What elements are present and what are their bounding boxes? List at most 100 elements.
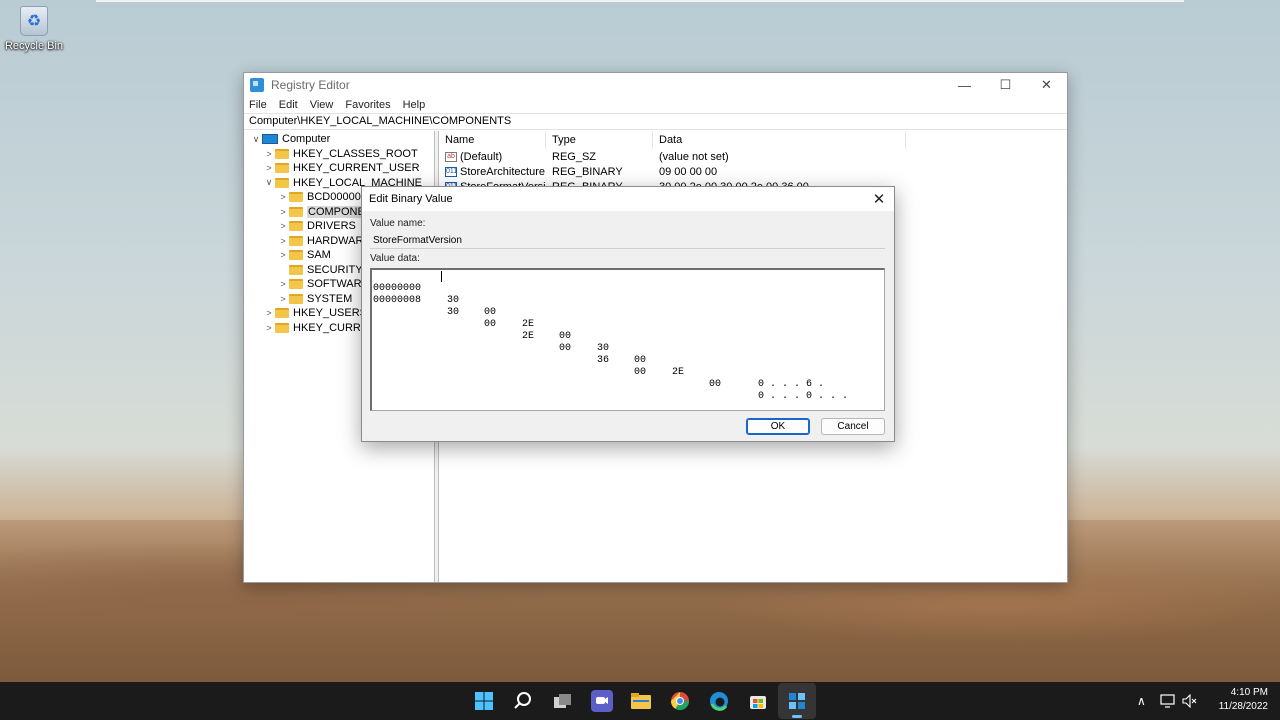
chevron-right-icon[interactable]: > <box>277 207 289 217</box>
address-bar[interactable]: Computer\HKEY_LOCAL_MACHINE\COMPONENTS <box>244 113 1067 130</box>
cancel-button[interactable]: Cancel <box>821 418 885 435</box>
hex-byte[interactable]: 00 <box>559 343 571 355</box>
clock[interactable]: 4:10 PM 11/28/2022 <box>1219 686 1268 714</box>
chat-icon[interactable] <box>591 690 613 712</box>
chevron-right-icon[interactable]: > <box>263 323 275 333</box>
volume-muted-icon[interactable] <box>1182 682 1198 720</box>
chrome-icon[interactable] <box>669 690 691 712</box>
value-data-hex-editor[interactable]: 00000000 30 00 2E 00 30 00 2E 00 0 . . .… <box>370 268 885 411</box>
hex-byte[interactable]: 2E <box>522 331 534 343</box>
column-header-type[interactable]: Type <box>546 131 653 149</box>
recycle-bin-icon: ♻ <box>20 6 48 36</box>
show-hidden-icons-button[interactable]: ∧ <box>1137 682 1146 720</box>
folder-icon <box>275 322 289 333</box>
value-name-label: Value name: <box>370 218 426 229</box>
string-value-icon: ab <box>445 151 457 162</box>
menu-file[interactable]: File <box>249 99 267 111</box>
column-header-data[interactable]: Data <box>653 131 906 149</box>
column-header-name[interactable]: Name <box>439 131 546 149</box>
binary-value-icon: 011 <box>445 166 458 177</box>
tree-item-computer[interactable]: ∨ Computer <box>244 132 434 147</box>
top-strip <box>96 0 1184 2</box>
chevron-right-icon[interactable]: > <box>277 294 289 304</box>
chevron-right-icon[interactable]: > <box>263 149 275 159</box>
menu-help[interactable]: Help <box>403 99 426 111</box>
edit-binary-value-dialog: Edit Binary Value ✕ Value name: StoreFor… <box>361 186 895 442</box>
hex-ascii[interactable]: 0 . . . 0 . . . <box>758 391 848 403</box>
menu-favorites[interactable]: Favorites <box>345 99 390 111</box>
text-caret <box>441 271 442 282</box>
chevron-right-icon[interactable]: > <box>263 308 275 318</box>
close-button[interactable]: ✕ <box>1026 73 1067 97</box>
hex-byte[interactable]: 2E <box>672 367 684 379</box>
dialog-title: Edit Binary Value <box>369 193 453 205</box>
value-name: StoreArchitecture <box>460 165 545 178</box>
start-icon[interactable] <box>473 690 495 712</box>
folder-icon <box>289 293 303 304</box>
hex-byte[interactable]: 00 <box>484 307 496 319</box>
tree-item-label: Computer <box>282 133 331 146</box>
chevron-right-icon[interactable]: > <box>277 221 289 231</box>
tree-item-label: DRIVERS <box>307 220 356 233</box>
tree-item-label: SECURITY <box>307 263 363 276</box>
chevron-right-icon[interactable]: > <box>263 163 275 173</box>
clock-date: 11/28/2022 <box>1218 701 1268 712</box>
registry-editor-taskbar-button[interactable] <box>778 683 816 719</box>
value-row[interactable]: 011 StoreArchitecture REG_BINARY 09 00 00… <box>439 164 1067 179</box>
computer-icon <box>262 134 278 145</box>
ok-button[interactable]: OK <box>746 418 810 435</box>
chevron-right-icon[interactable]: > <box>277 279 289 289</box>
hex-byte[interactable]: 36 <box>597 355 609 367</box>
tree-item-label: SYSTEM <box>307 292 353 305</box>
hex-byte[interactable]: 30 <box>447 295 459 307</box>
folder-icon <box>289 206 303 217</box>
chevron-right-icon[interactable]: > <box>277 236 289 246</box>
hex-byte[interactable]: 00 <box>559 331 571 343</box>
menu-view[interactable]: View <box>310 99 334 111</box>
value-type: REG_SZ <box>552 150 597 163</box>
tree-item-label: HKEY_USERS <box>293 307 367 320</box>
taskbar: ∧ 4:10 PM 11/28/2022 <box>0 682 1280 720</box>
chevron-right-icon[interactable]: > <box>277 250 289 260</box>
minimize-button[interactable]: — <box>944 73 985 97</box>
maximize-button[interactable]: ☐ <box>985 73 1026 97</box>
chevron-down-icon[interactable]: ∨ <box>250 134 262 145</box>
dialog-titlebar[interactable]: Edit Binary Value <box>362 187 894 211</box>
desktop-icon-recycle-bin[interactable]: ♻ Recycle Bin <box>4 6 64 52</box>
hex-byte[interactable]: 30 <box>447 307 459 319</box>
folder-icon <box>289 264 303 275</box>
network-icon[interactable] <box>1160 682 1176 720</box>
file-explorer-icon[interactable] <box>630 690 652 712</box>
microsoft-store-icon[interactable] <box>747 690 769 712</box>
chevron-right-icon[interactable]: > <box>277 192 289 202</box>
window-controls: — ☐ ✕ <box>944 73 1067 97</box>
window-titlebar[interactable]: Registry Editor — ☐ ✕ <box>244 73 1067 97</box>
tree-item-hkcu[interactable]: > HKEY_CURRENT_USER <box>244 161 434 176</box>
value-name: (Default) <box>460 150 503 163</box>
value-row[interactable]: ab (Default) REG_SZ (value not set) <box>439 149 1067 164</box>
hex-byte[interactable]: 2E <box>522 319 534 331</box>
dialog-close-button[interactable]: ✕ <box>870 190 888 208</box>
recycle-bin-label: Recycle Bin <box>4 40 64 52</box>
hex-byte[interactable]: 30 <box>597 343 609 355</box>
edge-icon[interactable] <box>708 690 730 712</box>
tree-item-label: SOFTWARE <box>307 278 369 291</box>
task-view-icon[interactable] <box>552 690 574 712</box>
hex-byte[interactable]: 00 <box>484 319 496 331</box>
hex-row: 00000008 30 00 2E 00 36 00 0 . . . 6 . <box>372 283 824 390</box>
tree-item-hkcr[interactable]: > HKEY_CLASSES_ROOT <box>244 147 434 162</box>
hex-ascii[interactable]: 0 . . . 6 . <box>758 379 824 391</box>
hex-row: 00000000 30 00 2E 00 30 00 2E 00 0 . . .… <box>372 271 848 402</box>
menu-edit[interactable]: Edit <box>279 99 298 111</box>
search-icon[interactable] <box>512 690 534 712</box>
hex-byte[interactable]: 00 <box>634 355 646 367</box>
hex-address: 00000008 <box>373 295 422 306</box>
value-name-field: StoreFormatVersion <box>370 234 885 249</box>
tree-item-label: HKEY_CURRENT_USER <box>293 162 420 175</box>
chevron-down-icon[interactable]: ∨ <box>263 177 275 188</box>
folder-icon <box>275 148 289 159</box>
menu-bar: File Edit View Favorites Help <box>244 97 1067 113</box>
hex-byte[interactable]: 00 <box>634 367 646 379</box>
hex-byte[interactable]: 00 <box>709 379 721 391</box>
folder-icon <box>275 163 289 174</box>
